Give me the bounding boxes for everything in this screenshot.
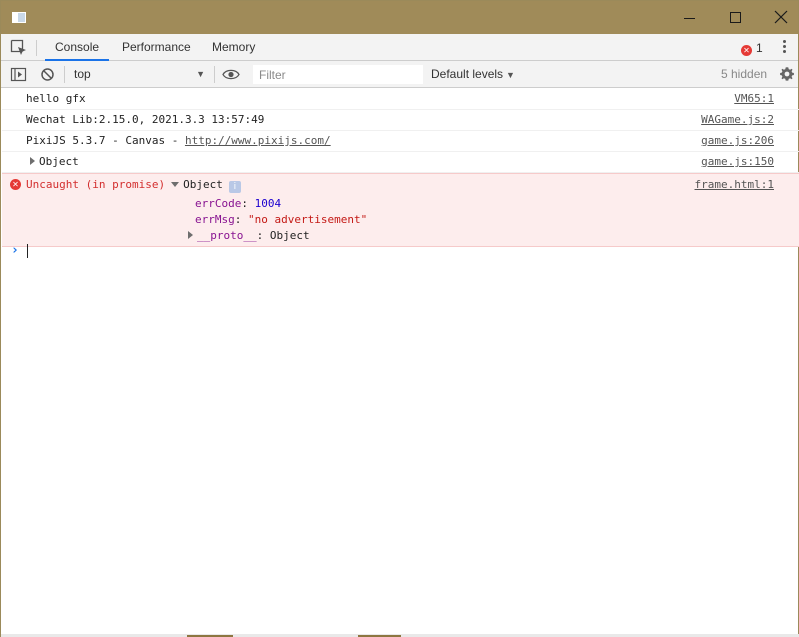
inspect-element-icon[interactable] bbox=[10, 39, 28, 57]
object-property: errMsg: "no advertisement" bbox=[195, 213, 368, 226]
error-icon: ✕ bbox=[741, 45, 752, 56]
console-message: PixiJS 5.3.7 - Canvas - http://www.pixij… bbox=[2, 131, 799, 152]
expand-triangle-icon[interactable] bbox=[30, 157, 35, 165]
more-options-icon[interactable] bbox=[783, 40, 787, 55]
minimize-icon bbox=[684, 18, 695, 19]
log-levels-label: Default levels bbox=[431, 67, 504, 81]
close-button[interactable] bbox=[758, 1, 799, 34]
filter-input[interactable] bbox=[253, 65, 423, 84]
context-select[interactable]: top ▼ bbox=[69, 64, 209, 85]
error-object-label[interactable]: Object bbox=[183, 178, 223, 191]
tab-memory[interactable]: Memory bbox=[202, 34, 265, 61]
devtools-window: Console Performance Memory ✕ 1 top ▼ Fil… bbox=[0, 0, 799, 637]
console-toolbar: top ▼ Default levels▼ 5 hidden bbox=[1, 61, 798, 88]
close-icon bbox=[774, 10, 788, 24]
app-window-icon bbox=[12, 12, 26, 23]
console-prompt[interactable]: › bbox=[2, 241, 799, 261]
console-messages: hello gfx VM65:1 Wechat Lib:2.15.0, 2021… bbox=[2, 89, 799, 247]
title-bar[interactable] bbox=[1, 1, 798, 34]
property-key: errMsg bbox=[195, 213, 235, 226]
maximize-icon bbox=[730, 12, 741, 23]
message-source-link[interactable]: WAGame.js:2 bbox=[701, 110, 774, 130]
tab-console[interactable]: Console bbox=[45, 34, 110, 61]
chevron-down-icon: ▼ bbox=[506, 70, 515, 80]
toolbar-separator bbox=[64, 66, 65, 83]
collapse-triangle-icon[interactable] bbox=[171, 182, 180, 187]
tab-separator bbox=[36, 40, 37, 56]
message-source-link[interactable]: game.js:206 bbox=[701, 131, 774, 151]
console-message: hello gfx VM65:1 bbox=[2, 89, 799, 110]
eye-icon[interactable] bbox=[222, 68, 240, 81]
maximize-button[interactable] bbox=[712, 1, 758, 34]
console-message: Object game.js:150 bbox=[2, 152, 799, 173]
error-source-link[interactable]: frame.html:1 bbox=[695, 174, 774, 196]
object-label[interactable]: Object bbox=[39, 155, 79, 168]
error-message: ✕ Uncaught (in promise) Object i frame.htm… bbox=[2, 173, 799, 247]
error-icon: ✕ bbox=[10, 179, 21, 190]
prompt-chevron-icon: › bbox=[11, 243, 19, 258]
error-count-badge[interactable]: ✕ 1 bbox=[741, 41, 763, 56]
context-value: top bbox=[74, 67, 91, 81]
property-value: "no advertisement" bbox=[248, 213, 368, 226]
gear-icon[interactable] bbox=[779, 66, 795, 82]
error-label: Uncaught (in promise) bbox=[26, 178, 166, 191]
toolbar-separator bbox=[214, 66, 215, 83]
clear-console-icon[interactable] bbox=[39, 66, 56, 83]
chevron-down-icon: ▼ bbox=[196, 69, 205, 79]
expand-triangle-icon[interactable] bbox=[188, 231, 193, 239]
sidebar-toggle-icon[interactable] bbox=[10, 66, 27, 83]
object-property: errCode: 1004 bbox=[195, 197, 282, 210]
log-levels-dropdown[interactable]: Default levels ▼ bbox=[431, 64, 515, 85]
message-text: PixiJS 5.3.7 - Canvas - bbox=[26, 134, 185, 147]
text-cursor bbox=[27, 244, 28, 258]
property-value: 1004 bbox=[254, 197, 282, 210]
info-icon[interactable]: i bbox=[228, 181, 241, 193]
minimize-button[interactable] bbox=[666, 1, 712, 34]
message-text: Wechat Lib:2.15.0, 2021.3.3 13:57:49 bbox=[26, 113, 265, 126]
property-key: errCode bbox=[195, 197, 242, 210]
message-source-link[interactable]: game.js:150 bbox=[701, 152, 774, 172]
devtools-tab-bar: Console Performance Memory ✕ 1 bbox=[1, 34, 798, 61]
error-count: 1 bbox=[756, 41, 763, 55]
pixijs-url-link[interactable]: http://www.pixijs.com/ bbox=[185, 134, 331, 147]
message-text: hello gfx bbox=[26, 92, 86, 105]
console-message: Wechat Lib:2.15.0, 2021.3.3 13:57:49 WAG… bbox=[2, 110, 799, 131]
hidden-messages-count: 5 hidden bbox=[721, 67, 768, 81]
message-source-link[interactable]: VM65:1 bbox=[734, 89, 774, 109]
tab-performance[interactable]: Performance bbox=[112, 34, 201, 61]
